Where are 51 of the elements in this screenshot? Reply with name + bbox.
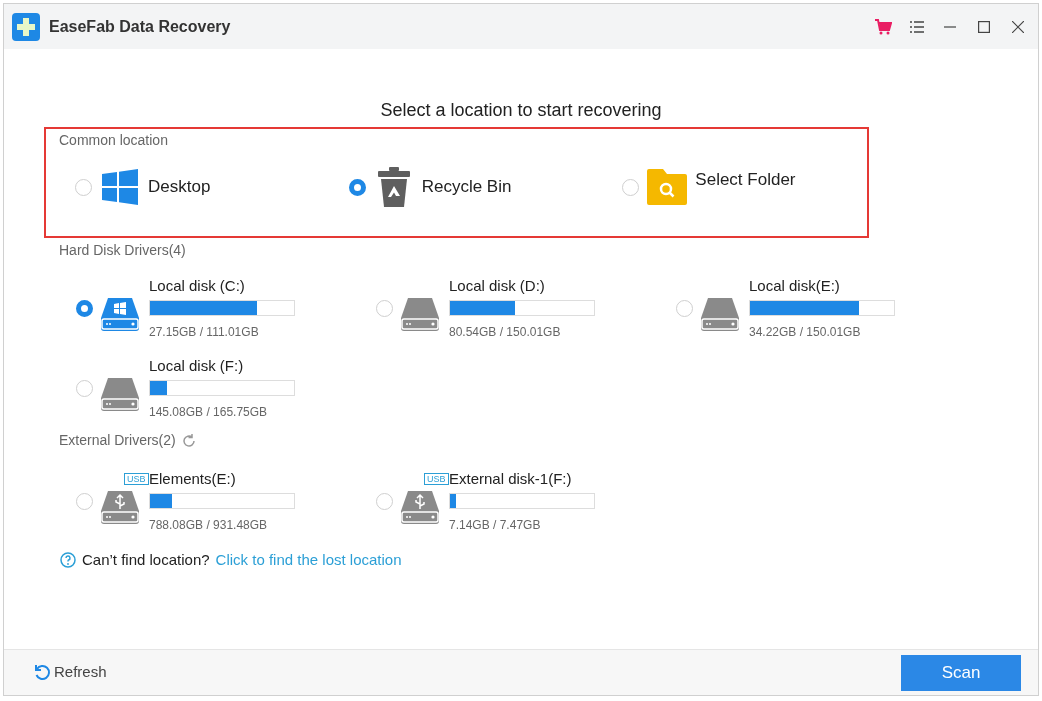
- help-text: Can’t find location?: [82, 550, 210, 570]
- drive-icon: [701, 295, 739, 331]
- location-label[interactable]: Desktop: [148, 174, 211, 200]
- app-logo-icon: [12, 12, 40, 41]
- cart-icon[interactable]: [874, 17, 892, 36]
- windows-logo-icon: [102, 169, 138, 205]
- radio-button[interactable]: [75, 178, 92, 196]
- menu-icon[interactable]: [910, 20, 924, 33]
- location-label[interactable]: Recycle Bin: [421, 174, 512, 200]
- close-icon[interactable]: [1012, 20, 1024, 33]
- refresh-icon[interactable]: [34, 664, 51, 681]
- section-label: Hard Disk Drivers(4): [59, 241, 187, 260]
- location-label[interactable]: Select Folder: [695, 167, 796, 193]
- usb-drive-icon: [101, 488, 139, 524]
- radio-button[interactable]: [376, 492, 393, 510]
- usb-badge: USB: [424, 472, 449, 485]
- usb-badge: USB: [124, 472, 149, 485]
- radio-button[interactable]: [76, 492, 93, 510]
- radio-button[interactable]: [376, 299, 393, 317]
- drive-name: Elements(E:): [149, 468, 237, 489]
- radio-button[interactable]: [622, 178, 640, 196]
- trash-bin-icon: [377, 167, 410, 207]
- page-heading: Select a location to start recovering: [380, 99, 662, 122]
- scan-button[interactable]: Scan: [901, 654, 1021, 691]
- radio-button[interactable]: [76, 299, 93, 317]
- drive-name: Local disk(E:): [749, 275, 841, 296]
- drive-name: Local disk (C:): [149, 275, 246, 296]
- radio-button[interactable]: [76, 379, 93, 397]
- drive-usage: 788.08GB / 931.48GB: [149, 516, 269, 534]
- drive-usage: 27.15GB / 111.01GB: [149, 323, 260, 341]
- drive-icon: [401, 295, 439, 331]
- maximize-icon[interactable]: [978, 20, 990, 33]
- drive-usage: 7.14GB / 7.47GB: [449, 516, 542, 534]
- radio-button[interactable]: [676, 299, 693, 317]
- usb-drive-icon: [401, 488, 439, 524]
- radio-button[interactable]: [348, 178, 366, 196]
- drive-icon: [101, 295, 139, 331]
- drive-usage: 34.22GB / 150.01GB: [749, 323, 862, 341]
- drive-name: Local disk (F:): [149, 355, 245, 376]
- refresh-icon[interactable]: [181, 433, 196, 448]
- section-label: Common location: [59, 131, 169, 150]
- help-icon: [60, 552, 76, 569]
- drive-name: Local disk (D:): [449, 275, 546, 296]
- drive-name: External disk-1(F:): [449, 468, 573, 489]
- window-title: EaseFab Data Recovery: [49, 16, 231, 37]
- refresh-button[interactable]: Refresh: [54, 661, 107, 684]
- drive-icon: [101, 375, 139, 411]
- drive-usage: 80.54GB / 150.01GB: [449, 323, 562, 341]
- drive-usage: 145.08GB / 165.75GB: [149, 403, 269, 421]
- folder-search-icon: [647, 169, 688, 205]
- section-label: External Drivers(2): [59, 431, 176, 450]
